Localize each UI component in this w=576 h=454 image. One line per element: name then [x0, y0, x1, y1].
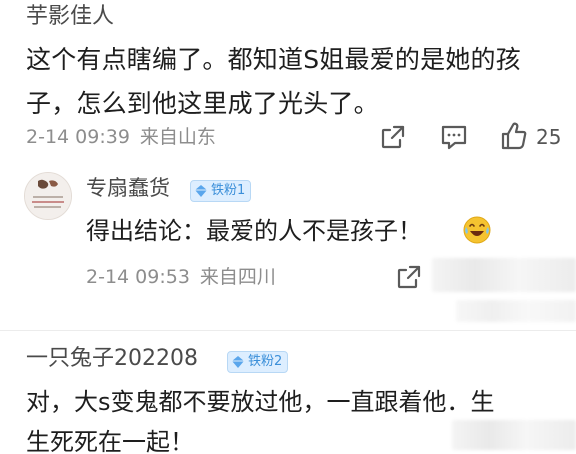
reply-date: 2-14 09:53	[86, 266, 190, 288]
comment1-location: 来自山东	[139, 126, 216, 148]
reply-author-name[interactable]: 专扇蠢货	[86, 173, 170, 203]
fan-badge-label: 铁粉2	[248, 354, 283, 369]
diamond-icon	[232, 356, 244, 368]
like-icon[interactable]	[500, 121, 528, 151]
comment2-author-name[interactable]: 一只兔子202208	[26, 344, 198, 374]
diamond-icon	[195, 185, 207, 197]
share-icon[interactable]	[380, 124, 406, 150]
like-count: 25	[536, 125, 562, 149]
avatar[interactable]	[24, 172, 72, 220]
fan-badge[interactable]: 铁粉1	[190, 180, 252, 202]
reply-text: 得出结论：最爱的人不是孩子！	[86, 217, 422, 245]
comment-icon[interactable]	[440, 124, 468, 151]
divider	[0, 330, 576, 331]
comment2-text-line-1: 对，大s变鬼都不要放过他，一直跟着他．生	[26, 388, 495, 416]
comment1-meta: 2-14 09:39 来自山东	[26, 124, 226, 150]
blurred-region	[432, 258, 576, 292]
reply-meta: 2-14 09:53 来自四川	[86, 264, 286, 290]
comment1-text-line-2: 子，怎么到他这里成了光头了。	[26, 89, 379, 118]
fan-badge[interactable]: 铁粉2	[227, 351, 289, 373]
fan-badge-label: 铁粉1	[211, 183, 246, 198]
blurred-region	[452, 420, 576, 450]
reply-location: 来自四川	[199, 266, 276, 288]
comment1-text: 这个有点瞎编了。都知道S姐最爱的是她的孩 子，怎么到他这里成了光头了。	[26, 38, 561, 126]
blurred-region	[456, 300, 576, 322]
comment1-date: 2-14 09:39	[26, 126, 130, 148]
share-icon[interactable]	[396, 264, 422, 290]
weibo-comment-thread: 芋影佳人 这个有点瞎编了。都知道S姐最爱的是她的孩 子，怎么到他这里成了光头了。…	[0, 0, 576, 454]
comment1-author-name[interactable]: 芋影佳人	[26, 2, 114, 32]
laugh-cry-emoji	[462, 215, 492, 245]
comment1-text-line-1: 这个有点瞎编了。都知道S姐最爱的是她的孩	[26, 45, 521, 74]
